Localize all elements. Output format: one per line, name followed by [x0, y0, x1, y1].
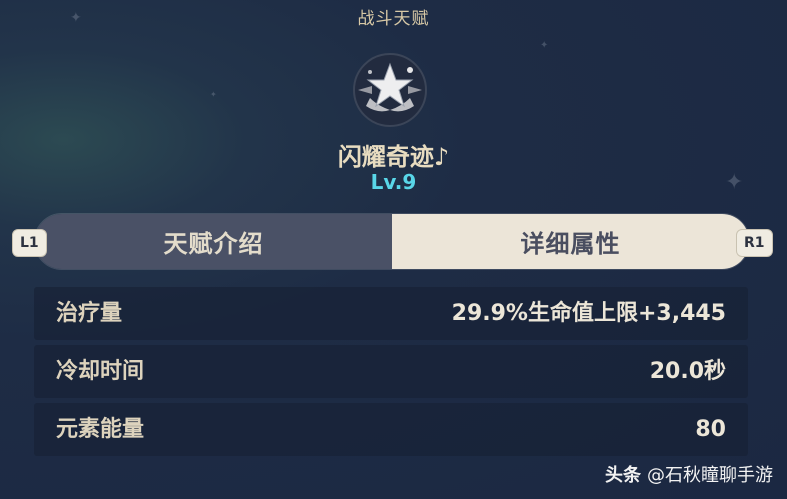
stat-value: 29.9%生命值上限+3,445 [451, 301, 726, 326]
sparkle-icon: ✦ [210, 90, 217, 99]
watermark: 头条 @石秋瞳聊手游 [605, 461, 773, 487]
stat-label: 元素能量 [56, 417, 145, 442]
section-title: 战斗天赋 [357, 9, 430, 29]
tab-bar: 天赋介绍 详细属性 [34, 213, 750, 270]
stat-label: 冷却时间 [56, 359, 145, 384]
stat-value: 20.0秒 [649, 359, 726, 384]
watermark-text: @石秋瞳聊手游 [647, 465, 773, 486]
l1-button[interactable]: L1 [12, 229, 47, 257]
star-burst-talent-icon [348, 48, 432, 132]
stat-row-energy: 元素能量 80 [34, 403, 748, 456]
stat-row-cooldown: 冷却时间 20.0秒 [34, 345, 748, 398]
talent-level: Lv.9 [370, 170, 417, 194]
tab-talent-intro[interactable]: 天赋介绍 [35, 214, 392, 269]
watermark-logo: 头条 [605, 465, 641, 486]
talent-name: 闪耀奇迹♪ [337, 143, 450, 171]
sparkle-icon: ✦ [540, 40, 549, 51]
tab-detail-attributes[interactable]: 详细属性 [392, 214, 749, 269]
stat-value: 80 [695, 417, 726, 442]
stat-label: 治疗量 [56, 301, 123, 326]
stat-row-healing: 治疗量 29.9%生命值上限+3,445 [34, 287, 748, 340]
r1-button[interactable]: R1 [736, 229, 773, 257]
